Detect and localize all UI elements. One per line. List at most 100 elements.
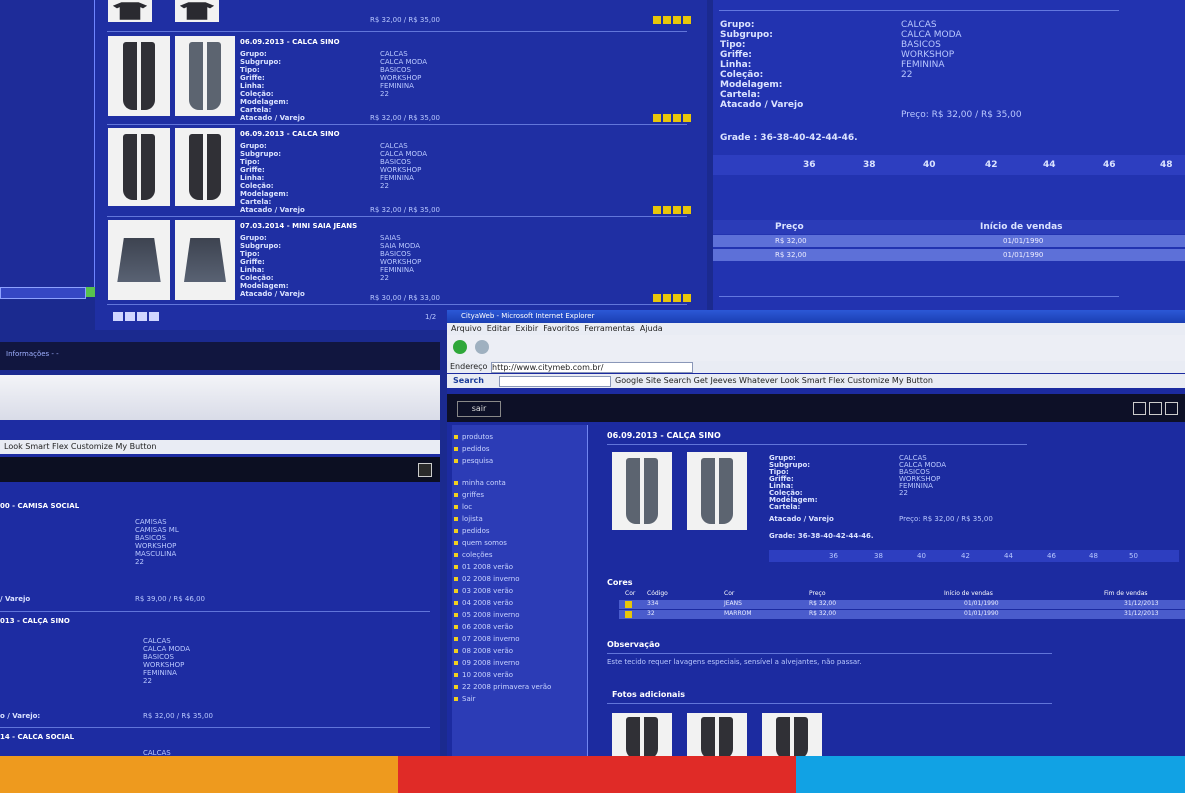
observacao-text: Este tecido requer lavagens especiais, s…	[607, 658, 862, 666]
nav-item[interactable]: loc	[452, 501, 587, 513]
nav-item[interactable]: lojista	[452, 513, 587, 525]
nav-item[interactable]: 08 2008 verão	[452, 645, 587, 657]
product-photo[interactable]	[612, 452, 672, 530]
left-search-go-button[interactable]	[86, 287, 95, 297]
status-bar: Informações - -	[0, 342, 440, 370]
detail-title: 06.09.2013 - CALÇA SINO	[607, 431, 721, 440]
nav-item[interactable]: pesquisa	[452, 455, 587, 467]
price-value: R$ 32,00 / R$ 35,00	[370, 114, 440, 122]
size-row: 36 38 40 42 44 46 48	[713, 155, 1185, 175]
action-icons[interactable]	[653, 294, 691, 302]
item-title[interactable]: 00 - CAMISA SOCIAL	[0, 502, 79, 510]
browser-toolbar[interactable]: Look Smart Flex Customize My Button	[0, 440, 440, 454]
grade-label: Grade: 36-38-40-42-44-46.	[769, 532, 874, 540]
product-thumbnail[interactable]	[108, 36, 170, 116]
forward-icon[interactable]	[475, 340, 489, 354]
divider	[719, 10, 1119, 11]
nav-item[interactable]: pedidos	[452, 525, 587, 537]
extra-photo[interactable]	[612, 713, 672, 760]
spec-values: CALCAS CALCA MODA BASICOS WORKSHOP FEMIN…	[901, 20, 962, 80]
action-icons[interactable]	[653, 206, 691, 214]
nav-item[interactable]: 02 2008 inverno	[452, 573, 587, 585]
left-small-links	[0, 308, 95, 338]
nav-item[interactable]: 07 2008 inverno	[452, 633, 587, 645]
extra-photo[interactable]	[687, 713, 747, 760]
item-spec-values: CALCAS CALCA MODA BASICOS WORKSHOP FEMIN…	[380, 142, 428, 190]
item-title[interactable]: 013 - CALÇA SINO	[0, 617, 70, 625]
price-table-row: R$ 32,00 01/01/1990	[713, 235, 1185, 247]
nav-item[interactable]: produtos	[452, 431, 587, 443]
pager-buttons[interactable]	[113, 312, 159, 321]
divider	[107, 304, 687, 305]
left-search-box[interactable]	[0, 287, 86, 299]
back-icon[interactable]	[453, 340, 467, 354]
observacao-title: Observação	[607, 640, 660, 649]
search-toolbar[interactable]: Search Google Site Search Get Jeeves Wha…	[447, 374, 1185, 388]
product-thumbnail[interactable]	[175, 0, 219, 22]
product-thumbnail[interactable]	[108, 0, 152, 22]
bottom-bar-blue	[796, 756, 1185, 793]
nav-item[interactable]: 04 2008 verão	[452, 597, 587, 609]
checkbox-icon	[625, 611, 632, 618]
price-table-header: Preço Início de vendas	[713, 220, 1185, 234]
menu-bar[interactable]: Arquivo Editar Exibir Favoritos Ferramen…	[447, 323, 1185, 335]
price-value: R$ 32,00 / R$ 35,00	[370, 206, 440, 214]
action-icons[interactable]	[653, 16, 691, 24]
detail-panel-top: Grupo: Subgrupo: Tipo: Griffe: Linha: Co…	[713, 0, 1185, 310]
fotos-title: Fotos adicionais	[612, 690, 685, 699]
window-titlebar: CityaWeb - Microsoft Internet Explorer	[447, 310, 1185, 323]
item-values: CALCAS CALCA MODA BASICOS WORKSHOP FEMIN…	[143, 637, 191, 685]
cores-table: Cor Código Cor Preço Início de vendas Fi…	[619, 590, 1185, 619]
item-title[interactable]: 06.09.2013 - CALCA SINO	[240, 130, 340, 138]
nav-toolbar[interactable]	[447, 335, 1185, 361]
item-specs: Grupo: Subgrupo: Tipo: Griffe: Linha: Co…	[240, 142, 305, 214]
nav-item[interactable]: quem somos	[452, 537, 587, 549]
item-title[interactable]: 06.09.2013 - CALCA SINO	[240, 38, 340, 46]
detail-labels: Grupo: Subgrupo: Tipo: Griffe: Linha: Co…	[769, 454, 818, 511]
nav-item[interactable]: pedidos	[452, 443, 587, 455]
product-thumbnail[interactable]	[175, 128, 235, 206]
nav-item[interactable]: 10 2008 verão	[452, 669, 587, 681]
product-thumbnail[interactable]	[175, 36, 235, 116]
sair-button[interactable]: sair	[457, 401, 501, 417]
nav-item[interactable]: 09 2008 inverno	[452, 657, 587, 669]
detail-values: CALCAS CALCA MODA BASICOS WORKSHOP FEMIN…	[899, 454, 947, 497]
product-thumbnail[interactable]	[175, 220, 235, 300]
nav-item[interactable]: 01 2008 verão	[452, 561, 587, 573]
header-icons[interactable]	[1133, 402, 1178, 415]
item-spec-values: SAIAS SAIA MODA BASICOS WORKSHOP FEMININ…	[380, 234, 422, 282]
nav-item[interactable]: 22 2008 primavera verão	[452, 681, 587, 693]
price-value: R$ 39,00 / R$ 46,00	[135, 595, 205, 603]
extra-photo[interactable]	[762, 713, 822, 760]
nav-item[interactable]: 03 2008 verão	[452, 585, 587, 597]
nav-item[interactable]: coleções	[452, 549, 587, 561]
header-dark-bar	[0, 457, 440, 482]
action-icons[interactable]	[653, 114, 691, 122]
site-header: sair	[447, 394, 1185, 422]
divider	[607, 653, 1052, 654]
product-photo[interactable]	[687, 452, 747, 530]
divider	[107, 124, 687, 125]
nav-item[interactable]: 06 2008 verão	[452, 621, 587, 633]
nav-item[interactable]: Sair	[452, 693, 587, 705]
grade-label: Grade : 36-38-40-42-44-46.	[720, 133, 858, 143]
home-icon[interactable]	[418, 463, 432, 477]
cores-row[interactable]: 334 JEANS R$ 32,00 01/01/1990 31/12/2013	[619, 600, 1185, 609]
divider	[607, 444, 1027, 445]
nav-item[interactable]: 05 2008 inverno	[452, 609, 587, 621]
item-title[interactable]: 14 - CALCA SOCIAL	[0, 733, 74, 741]
item-title[interactable]: 07.03.2014 - MINI SAIA JEANS	[240, 222, 357, 230]
address-input[interactable]: http://www.citymeb.com.br/	[491, 362, 693, 373]
cores-row[interactable]: 32 MARROM R$ 32,00 01/01/1990 31/12/2013	[619, 610, 1185, 619]
nav-item[interactable]: griffes	[452, 489, 587, 501]
item-specs: Grupo: Subgrupo: Tipo: Griffe: Linha: Co…	[240, 50, 305, 122]
product-thumbnail[interactable]	[108, 128, 170, 206]
price-value: R$ 32,00 / R$ 35,00	[143, 712, 213, 720]
browser-window-left: Look Smart Flex Customize My Button 00 -…	[0, 375, 440, 760]
search-input[interactable]	[499, 376, 611, 387]
price-value: R$ 32,00 / R$ 35,00	[370, 16, 440, 24]
divider	[0, 611, 430, 612]
nav-item[interactable]: minha conta	[452, 477, 587, 489]
product-thumbnail[interactable]	[108, 220, 170, 300]
nav-lines	[0, 40, 80, 45]
